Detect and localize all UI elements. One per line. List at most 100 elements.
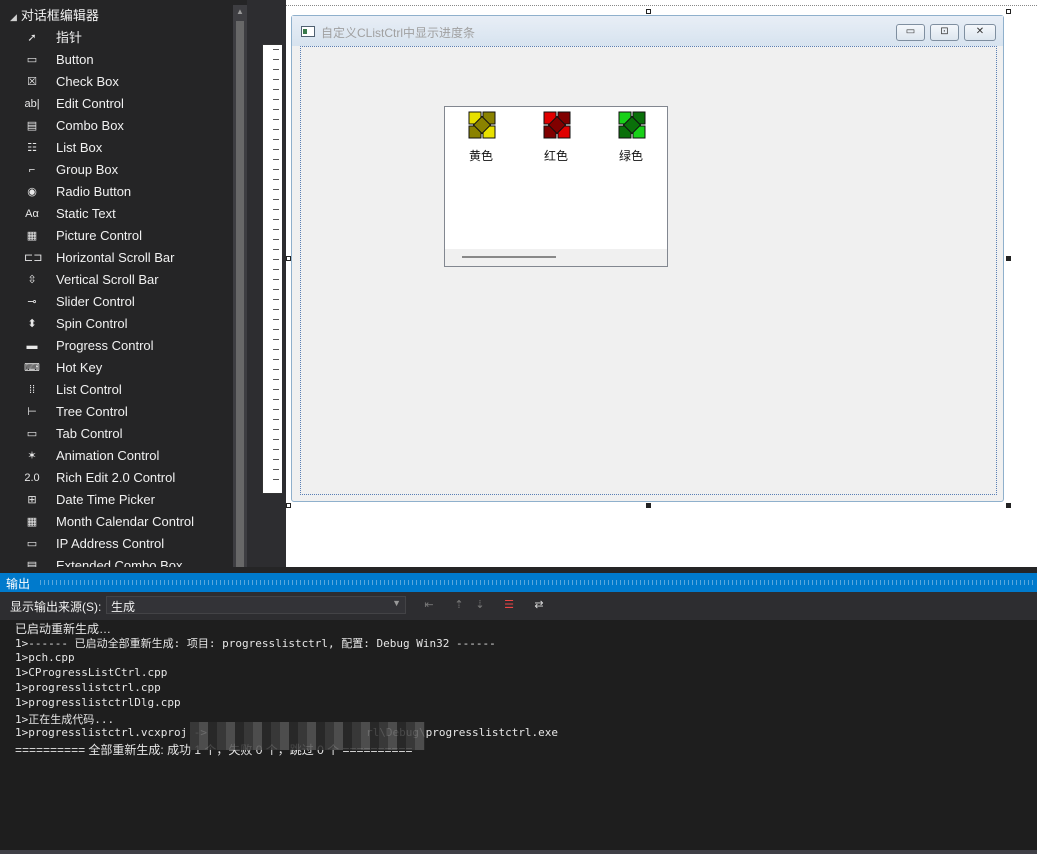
list-item[interactable]: 黄色 — [457, 110, 505, 164]
resize-handle[interactable] — [646, 9, 651, 14]
list-item-label: 黄色 — [468, 149, 493, 163]
toolbox-item[interactable]: Aα Static Text — [0, 203, 232, 225]
calendar-icon: ▦ — [26, 516, 38, 528]
resize-handle[interactable] — [1006, 503, 1011, 508]
toolbox-item-label: Progress Control — [56, 338, 154, 353]
toolbox-item[interactable]: ▭ Button — [0, 49, 232, 71]
toolbox-item[interactable]: ▭ IP Address Control — [0, 533, 232, 555]
resize-handle[interactable] — [286, 503, 291, 508]
toolbox-item[interactable]: ab| Edit Control — [0, 93, 232, 115]
combobox-icon: ▤ — [26, 120, 38, 132]
toolbox-item[interactable]: ▬ Progress Control — [0, 335, 232, 357]
toolbox-item[interactable]: ◉ Radio Button — [0, 181, 232, 203]
toolbox-item[interactable]: ⊏⊐ Horizontal Scroll Bar — [0, 247, 232, 269]
toolbox-item-label: Tree Control — [56, 404, 128, 419]
resize-handle[interactable] — [646, 503, 651, 508]
window-icon — [301, 26, 315, 37]
toolbox-item-label: Extended Combo Box — [56, 558, 183, 567]
list-item[interactable]: 红色 — [532, 110, 580, 164]
minimize-button[interactable]: ▭ — [896, 24, 925, 41]
toolbox-item[interactable]: ⁞⁞ List Control — [0, 379, 232, 401]
toolbox-item-label: Horizontal Scroll Bar — [56, 250, 175, 265]
collapse-triangle-icon[interactable]: ◢ — [10, 6, 17, 28]
puzzle-icon — [618, 111, 646, 139]
list-item-label: 绿色 — [618, 149, 643, 163]
toolbox-item[interactable]: ☒ Check Box — [0, 71, 232, 93]
toolbox-item-label: Static Text — [56, 206, 116, 221]
log-line: 1>pch.cpp — [15, 651, 75, 664]
toolbox-item-label: Slider Control — [56, 294, 135, 309]
toolbox-item[interactable]: ▤ Extended Combo Box — [0, 555, 232, 567]
toolbox-item-label: Tab Control — [56, 426, 123, 441]
source-select[interactable]: 生成 ▼ — [106, 596, 406, 614]
list-hscrollbar[interactable] — [445, 249, 667, 266]
toolbox-item[interactable]: ➚ 指针 — [0, 27, 232, 49]
progress-icon: ▬ — [26, 340, 38, 352]
scroll-up-icon[interactable]: ▲ — [233, 5, 247, 19]
toolbox-item-label: Combo Box — [56, 118, 124, 133]
toolbox-item[interactable]: ✶ Animation Control — [0, 445, 232, 467]
toolbox-category-header[interactable]: ◢ 对话框编辑器 — [0, 5, 99, 27]
toolbox-item-label: Radio Button — [56, 184, 132, 199]
output-log[interactable]: 已启动重新生成… 1>------ 已启动全部重新生成: 项目: progress… — [0, 620, 1037, 854]
toolbox-item[interactable]: ⊸ Slider Control — [0, 291, 232, 313]
log-line: 1>progresslistctrl.cpp — [15, 681, 161, 694]
toolbox-item[interactable]: ⬍ Spin Control — [0, 313, 232, 335]
toolbox-item-label: Rich Edit 2.0 Control — [56, 470, 176, 485]
toolbox-item[interactable]: ⊢ Tree Control — [0, 401, 232, 423]
spin-icon: ⬍ — [27, 318, 37, 330]
edit-control-icon: ab| — [24, 98, 40, 110]
header-grip — [40, 580, 1033, 585]
toolbox-item[interactable]: ☷ List Box — [0, 137, 232, 159]
dialog-title: 自定义CListCtrl中显示进度条 — [321, 26, 476, 40]
toolbox-item[interactable]: 2.0 Rich Edit 2.0 Control — [0, 467, 232, 489]
extcombo-icon: ▤ — [26, 560, 38, 567]
category-label: 对话框编辑器 — [20, 8, 99, 23]
toolbox-item[interactable]: ⌐ Group Box — [0, 159, 232, 181]
listbox-icon: ☷ — [27, 142, 37, 154]
toolbox-item-label: Edit Control — [56, 96, 124, 111]
next-message-icon[interactable]: ⇣ — [471, 597, 489, 613]
toolbox-item-label: Picture Control — [56, 228, 142, 243]
toolbox-item-label: Check Box — [56, 74, 119, 89]
dialog-titlebar[interactable]: 自定义CListCtrl中显示进度条 ▭ ⊡ ✕ — [292, 16, 1003, 46]
toolbox-item[interactable]: ▭ Tab Control — [0, 423, 232, 445]
panel-divider[interactable] — [247, 0, 257, 567]
puzzle-icon — [468, 111, 496, 139]
toolbox-scrollbar[interactable]: ▲ — [233, 5, 247, 567]
toolbox-item-label: Month Calendar Control — [56, 514, 195, 529]
close-button[interactable]: ✕ — [964, 24, 996, 41]
listctrl-icon: ⁞⁞ — [28, 384, 36, 396]
toolbox-item[interactable]: ⌨ Hot Key — [0, 357, 232, 379]
log-line: 1>正在生成代码... — [15, 713, 115, 726]
scrollbar-thumb[interactable] — [462, 256, 556, 258]
toolbox-item[interactable]: ▦ Picture Control — [0, 225, 232, 247]
goto-line-icon[interactable]: ⇤ — [420, 597, 438, 613]
source-value: 生成 — [111, 600, 136, 614]
toolbox-item[interactable]: ▦ Month Calendar Control — [0, 511, 232, 533]
resize-handle[interactable] — [1006, 9, 1011, 14]
list-item[interactable]: 绿色 — [607, 110, 655, 164]
prev-message-icon[interactable]: ⇡ — [450, 597, 468, 613]
toolbox-item-label: List Control — [56, 382, 122, 397]
output-panel: 输出 显示输出来源(S): 生成 ▼ ⇤ ⇡ ⇣ ☰ ⇄ 已启动重新生成… 1>-… — [0, 567, 1037, 854]
toolbox-item-label: IP Address Control — [56, 536, 165, 551]
output-title: 输出 — [6, 577, 31, 591]
animation-icon: ✶ — [27, 450, 37, 462]
word-wrap-icon[interactable]: ⇄ — [530, 597, 548, 613]
toolbox-item[interactable]: ⊞ Date Time Picker — [0, 489, 232, 511]
clear-all-icon[interactable]: ☰ — [500, 597, 518, 613]
toolbox-item[interactable]: ⇳ Vertical Scroll Bar — [0, 269, 232, 291]
maximize-button[interactable]: ⊡ — [930, 24, 959, 41]
list-control[interactable]: 黄色 红色 绿色 — [444, 106, 668, 267]
toolbox-item[interactable]: ▤ Combo Box — [0, 115, 232, 137]
output-header[interactable]: 输出 — [0, 573, 1037, 592]
scrollbar-thumb[interactable] — [236, 21, 244, 567]
chevron-down-icon[interactable]: ▼ — [392, 598, 401, 608]
puzzle-icon — [543, 111, 571, 139]
hotkey-icon: ⌨ — [24, 362, 40, 374]
left-ruler[interactable] — [262, 44, 282, 494]
log-line: 1>CProgressListCtrl.cpp — [15, 666, 168, 679]
bottom-scrollbar[interactable] — [0, 850, 1037, 854]
resize-handle[interactable] — [1006, 256, 1011, 261]
